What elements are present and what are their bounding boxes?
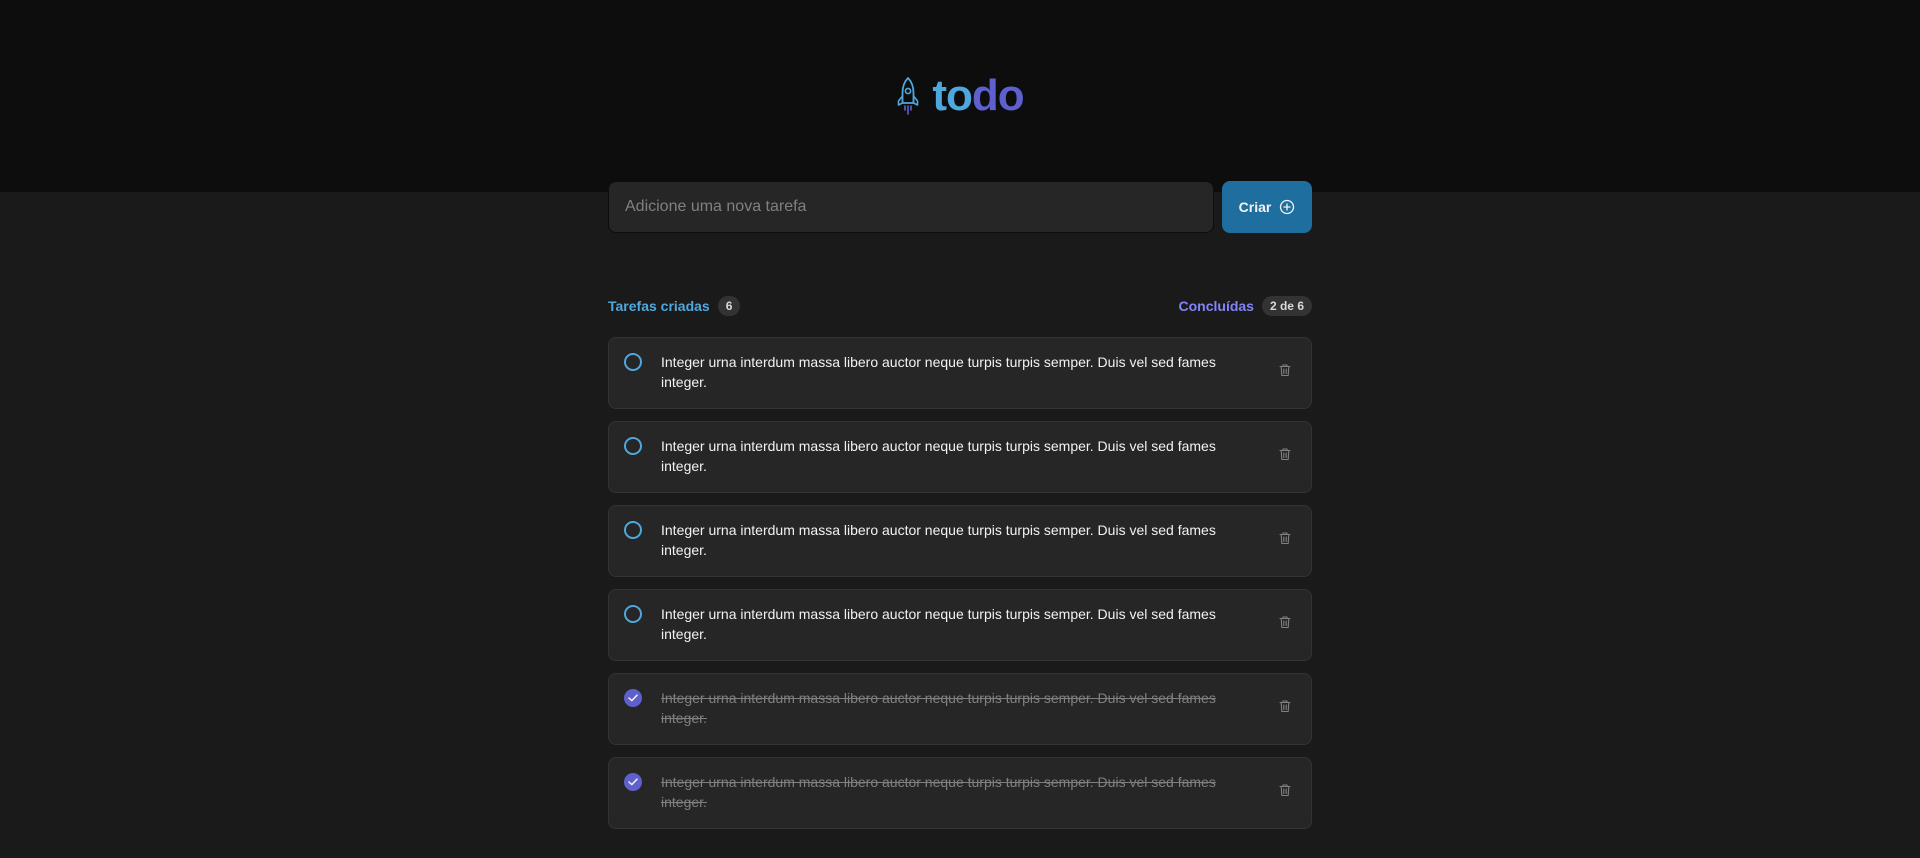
task-checkbox[interactable] (624, 605, 642, 623)
task-text: Integer urna interdum massa libero aucto… (661, 438, 1216, 474)
trash-icon (1279, 784, 1291, 797)
task-text: Integer urna interdum massa libero aucto… (661, 690, 1216, 726)
trash-icon (1279, 364, 1291, 377)
logo-text-part1: to (932, 71, 973, 120)
task-text: Integer urna interdum massa libero aucto… (661, 774, 1216, 810)
task-item: Integer urna interdum massa libero aucto… (608, 589, 1312, 661)
task-checkbox[interactable] (624, 437, 642, 455)
check-icon (628, 778, 638, 786)
header: todo (0, 0, 1920, 192)
task-text: Integer urna interdum massa libero aucto… (661, 522, 1216, 558)
check-icon (628, 694, 638, 702)
delete-task-button[interactable] (1273, 442, 1297, 466)
delete-task-button[interactable] (1273, 694, 1297, 718)
task-checkbox-checked[interactable] (624, 689, 642, 707)
task-list: Integer urna interdum massa libero aucto… (608, 337, 1312, 829)
completed-tasks-badge: 2 de 6 (1261, 296, 1312, 316)
logo-text-part2: do (971, 71, 1025, 120)
task-item: Integer urna interdum massa libero aucto… (608, 337, 1312, 409)
task-item-completed: Integer urna interdum massa libero aucto… (608, 673, 1312, 745)
task-checkbox[interactable] (624, 353, 642, 371)
task-item: Integer urna interdum massa libero aucto… (608, 505, 1312, 577)
delete-task-button[interactable] (1273, 610, 1297, 634)
created-tasks-badge: 6 (717, 296, 741, 316)
delete-task-button[interactable] (1273, 526, 1297, 550)
task-checkbox[interactable] (624, 521, 642, 539)
plus-circle-icon (1280, 199, 1295, 215)
trash-icon (1279, 616, 1291, 629)
task-text: Integer urna interdum massa libero aucto… (661, 606, 1216, 642)
task-text: Integer urna interdum massa libero aucto… (661, 354, 1216, 390)
logo: todo (0, 72, 1920, 120)
trash-icon (1279, 448, 1291, 461)
trash-icon (1279, 532, 1291, 545)
created-tasks-label: Tarefas criadas (608, 298, 710, 314)
delete-task-button[interactable] (1273, 778, 1297, 802)
logo-text: todo (932, 71, 1025, 120)
new-task-form: Criar (608, 181, 1312, 233)
trash-icon (1279, 700, 1291, 713)
created-tasks-counter: Tarefas criadas 6 (608, 296, 741, 316)
task-item: Integer urna interdum massa libero aucto… (608, 421, 1312, 493)
create-task-button-label: Criar (1238, 199, 1272, 215)
completed-tasks-counter: Concluídas 2 de 6 (1178, 296, 1312, 316)
create-task-button[interactable]: Criar (1222, 181, 1312, 233)
delete-task-button[interactable] (1273, 358, 1297, 382)
task-checkbox-checked[interactable] (624, 773, 642, 791)
task-item-completed: Integer urna interdum massa libero aucto… (608, 757, 1312, 829)
completed-tasks-label: Concluídas (1178, 298, 1254, 314)
new-task-input[interactable] (608, 181, 1214, 233)
rocket-icon (898, 77, 919, 115)
task-counters: Tarefas criadas 6 Concluídas 2 de 6 (608, 296, 1312, 316)
